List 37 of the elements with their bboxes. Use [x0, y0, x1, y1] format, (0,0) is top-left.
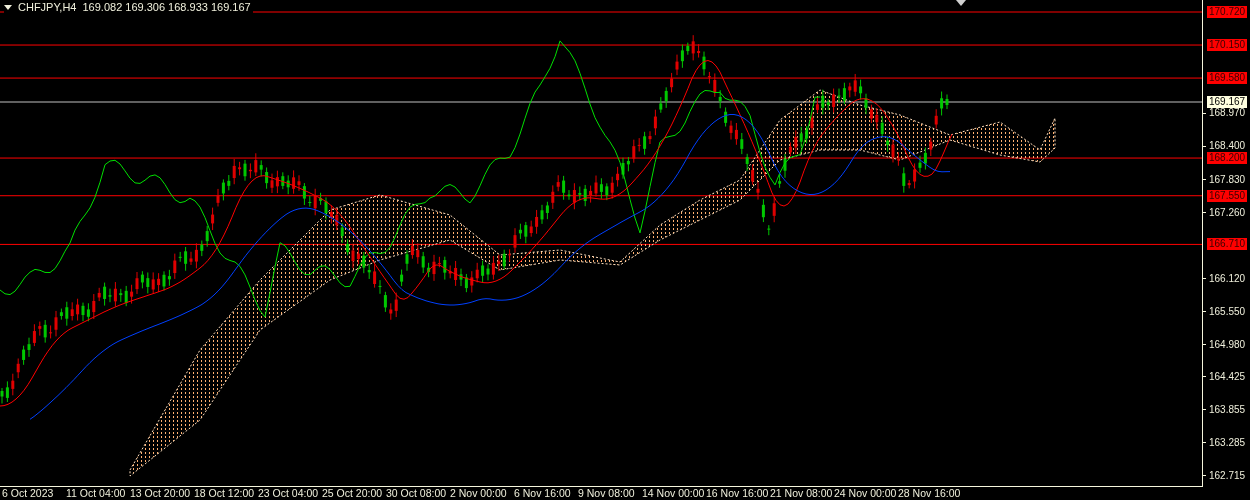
ohlc-values: 169.082 169.306 168.933 169.167 [82, 1, 251, 14]
symbol-label: CHFJPY,H4 [18, 1, 77, 14]
level-price-tag: 170.720 [1207, 6, 1248, 18]
time-label: 25 Oct 20:00 [321, 487, 384, 500]
time-label: 14 Nov 00:00 [641, 487, 704, 500]
price-label: 162.715 [1209, 469, 1246, 482]
price-label: 163.285 [1209, 436, 1246, 449]
level-price-tag: 170.150 [1207, 39, 1248, 52]
level-price-tag: 169.580 [1207, 72, 1248, 85]
level-price-tag: 166.710 [1207, 238, 1248, 251]
time-label: 9 Nov 08:00 [577, 487, 636, 500]
price-label: 167.830 [1209, 173, 1246, 186]
time-label: 30 Oct 08:00 [385, 487, 448, 500]
time-label: 24 Nov 00:00 [833, 487, 896, 500]
price-label: 163.855 [1209, 403, 1246, 416]
time-label: 16 Nov 16:00 [705, 487, 768, 500]
time-label: 21 Nov 08:00 [769, 487, 832, 500]
time-label: 13 Oct 20:00 [129, 487, 192, 500]
price-label: 165.550 [1209, 305, 1246, 318]
shift-marker-icon[interactable] [956, 0, 966, 6]
price-label: 168.970 [1209, 107, 1246, 120]
level-price-tag: 168.200 [1207, 152, 1248, 165]
price-label: 164.425 [1209, 370, 1246, 383]
time-label: 28 Nov 16:00 [897, 487, 960, 500]
time-label: 18 Oct 12:00 [193, 487, 256, 500]
time-label: 23 Oct 04:00 [257, 487, 320, 500]
level-price-tag: 167.550 [1207, 189, 1248, 202]
time-label: 2 Nov 00:00 [449, 487, 508, 500]
time-label: 11 Oct 04:00 [65, 487, 127, 500]
time-label: 6 Nov 16:00 [513, 487, 572, 500]
time-label: 6 Oct 2023 [1, 487, 55, 500]
dropdown-triangle-icon[interactable] [4, 5, 12, 10]
price-label: 167.260 [1209, 206, 1246, 219]
price-label: 166.120 [1209, 272, 1246, 285]
price-label: 168.400 [1209, 140, 1246, 153]
current-price-tag: 169.167 [1207, 96, 1248, 108]
price-label: 164.980 [1209, 338, 1246, 351]
